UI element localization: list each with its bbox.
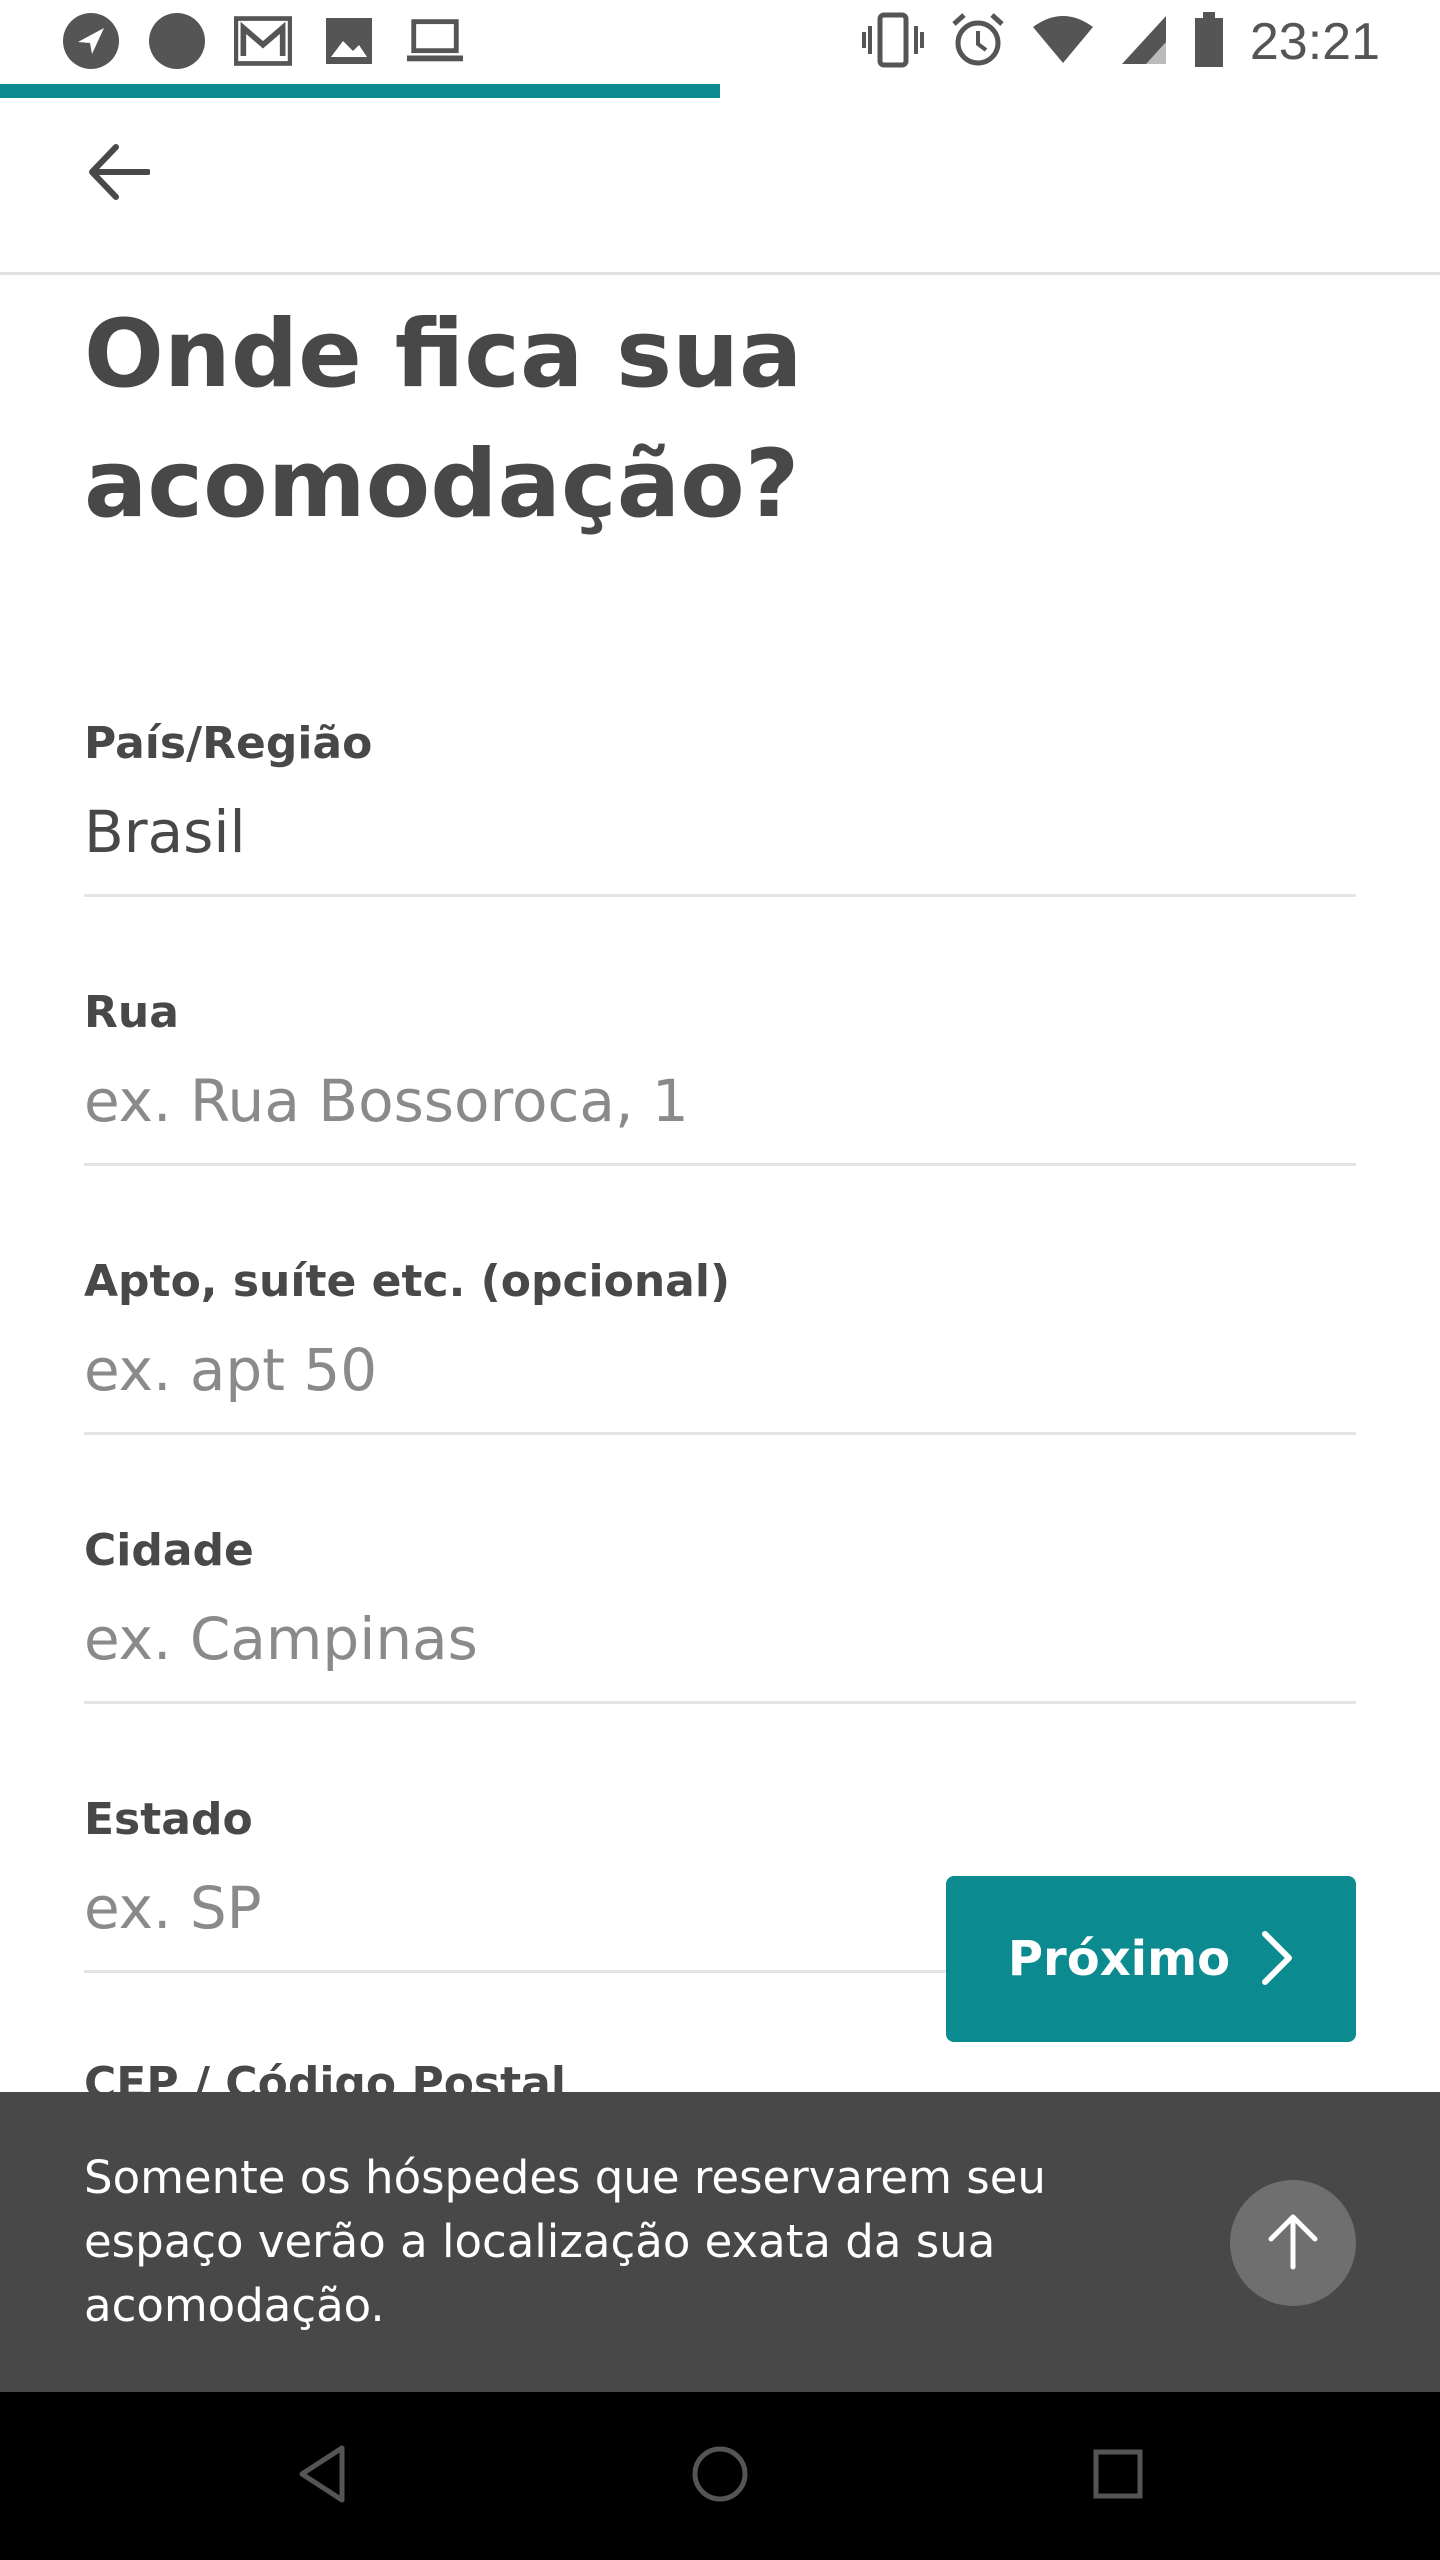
apartment-field[interactable]: Apto, suíte etc. (opcional): [84, 1254, 1356, 1435]
city-field[interactable]: Cidade: [84, 1523, 1356, 1704]
apartment-label: Apto, suíte etc. (opcional): [84, 1256, 731, 1307]
country-region-label: País/Região: [84, 718, 373, 769]
clock-time: 23:21: [1249, 13, 1380, 71]
chevron-right-icon: [1260, 1930, 1294, 1989]
country-region-input[interactable]: [84, 792, 1356, 872]
home-circle-icon: [690, 2444, 750, 2508]
back-triangle-icon: [296, 2444, 348, 2508]
scroll-up-button[interactable]: [1230, 2180, 1356, 2306]
location-info-panel: Somente os hóspedes que reservarem seu e…: [0, 2092, 1440, 2392]
signal-icon: [1120, 14, 1168, 70]
page-title: Onde fica sua acomodação?: [84, 300, 803, 539]
wifi-icon: [1032, 15, 1094, 69]
next-button-label: Próximo: [1007, 1931, 1231, 1987]
battery-icon: [1194, 12, 1224, 72]
back-button[interactable]: [78, 134, 158, 214]
system-nav-bar: [0, 2392, 1440, 2560]
notification-icons: [62, 12, 464, 70]
nav-recents-button[interactable]: [1076, 2434, 1160, 2518]
circle-icon: [148, 12, 206, 70]
apartment-input[interactable]: [84, 1330, 1356, 1410]
arrow-left-icon: [86, 143, 151, 205]
navigation-icon: [62, 12, 120, 70]
gmail-icon: [234, 12, 292, 70]
image-icon: [320, 12, 378, 70]
street-input[interactable]: [84, 1061, 1356, 1141]
recents-square-icon: [1092, 2448, 1144, 2504]
city-label: Cidade: [84, 1525, 254, 1576]
nav-home-button[interactable]: [678, 2434, 762, 2518]
state-label: Estado: [84, 1794, 253, 1845]
country-region-field[interactable]: País/Região: [84, 716, 1356, 897]
street-label: Rua: [84, 987, 179, 1038]
nav-back-button[interactable]: [280, 2434, 364, 2518]
alarm-icon: [950, 12, 1006, 72]
system-status: 23:21: [861, 10, 1380, 74]
city-input[interactable]: [84, 1599, 1356, 1679]
progress-bar: [0, 84, 720, 98]
street-field[interactable]: Rua: [84, 985, 1356, 1166]
top-app-bar: [0, 98, 1440, 275]
arrow-up-icon: [1265, 2211, 1321, 2275]
laptop-icon: [406, 12, 464, 70]
next-button[interactable]: Próximo: [946, 1876, 1356, 2042]
location-info-text: Somente os hóspedes que reservarem seu e…: [84, 2151, 1046, 2332]
vibrate-icon: [861, 12, 924, 72]
status-bar: 23:21: [0, 0, 1440, 84]
